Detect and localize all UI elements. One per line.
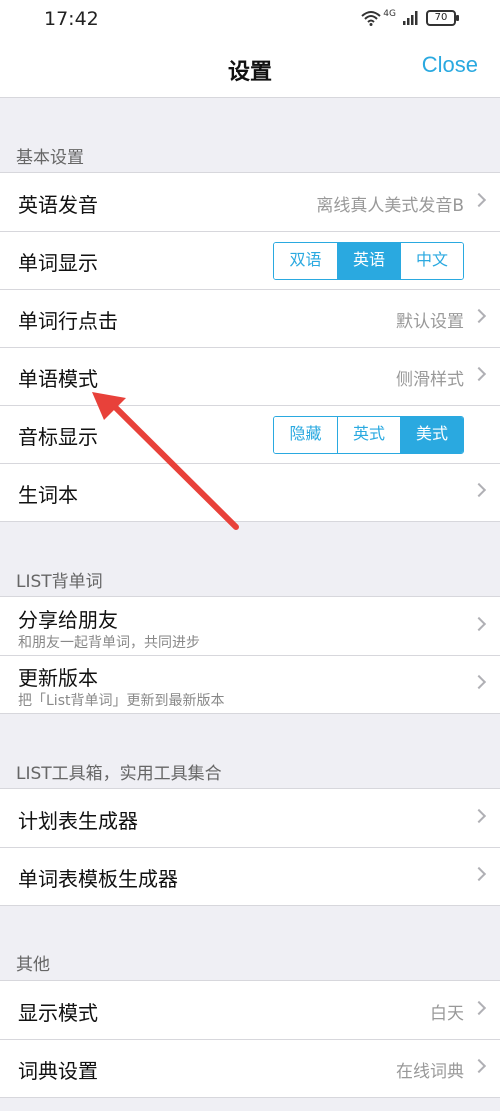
chevron-right-icon <box>471 616 487 632</box>
row-value: 在线词典 <box>396 1062 464 1082</box>
wifi-icon <box>361 11 381 26</box>
chevron-right-icon <box>471 808 487 824</box>
row-word-mode[interactable]: 单语模式 侧滑样式 <box>0 347 500 405</box>
settings-group-basic: 英语发音 离线真人美式发音B 单词显示 双语 英语 中文 单词行点击 默认设置 … <box>0 172 500 522</box>
chevron-right-icon <box>471 674 487 690</box>
settings-group-tools: 计划表生成器 单词表模板生成器 <box>0 788 500 906</box>
status-icons: 4G 70 <box>361 8 459 28</box>
settings-group-list: 分享给朋友 和朋友一起背单词，共同进步 更新版本 把「List背单词」更新到最新… <box>0 596 500 714</box>
segment-hide[interactable]: 隐藏 <box>274 417 337 453</box>
row-share[interactable]: 分享给朋友 和朋友一起背单词，共同进步 <box>0 597 500 655</box>
chevron-right-icon <box>471 1058 487 1074</box>
row-subtitle: 把「List背单词」更新到最新版本 <box>18 693 225 709</box>
row-planner[interactable]: 计划表生成器 <box>0 789 500 847</box>
chevron-right-icon <box>471 866 487 882</box>
row-update[interactable]: 更新版本 把「List背单词」更新到最新版本 <box>0 655 500 713</box>
section-header-tools: LIST工具箱，实用工具集合 <box>16 764 222 784</box>
row-label: 单词表模板生成器 <box>18 867 178 891</box>
row-vocab-book[interactable]: 生词本 <box>0 463 500 521</box>
row-value: 侧滑样式 <box>396 370 464 390</box>
row-label: 分享给朋友 <box>18 608 118 632</box>
close-button[interactable]: Close <box>422 52 478 78</box>
row-word-row-click[interactable]: 单词行点击 默认设置 <box>0 289 500 347</box>
chevron-right-icon <box>471 192 487 208</box>
word-display-segmented-control: 双语 英语 中文 <box>273 242 464 280</box>
signal-icon <box>403 11 418 25</box>
row-label: 计划表生成器 <box>18 809 138 833</box>
segment-chinese[interactable]: 中文 <box>400 243 463 279</box>
section-header-list: LIST背单词 <box>16 572 103 592</box>
section-header-basic: 基本设置 <box>16 148 84 168</box>
row-label: 更新版本 <box>18 666 98 690</box>
segment-english[interactable]: 英语 <box>337 243 400 279</box>
settings-group-other: 显示模式 白天 词典设置 在线词典 <box>0 980 500 1098</box>
segment-british[interactable]: 英式 <box>337 417 400 453</box>
row-label: 英语发音 <box>18 193 98 217</box>
row-display-mode[interactable]: 显示模式 白天 <box>0 981 500 1039</box>
segment-american[interactable]: 美式 <box>400 417 463 453</box>
row-label: 单词显示 <box>18 251 98 275</box>
row-label: 生词本 <box>18 483 78 507</box>
row-label: 单语模式 <box>18 367 98 391</box>
nav-bar: 设置 Close <box>0 38 500 98</box>
row-pronunciation[interactable]: 英语发音 离线真人美式发音B <box>0 173 500 231</box>
row-label: 单词行点击 <box>18 309 118 333</box>
battery-icon: 70 <box>426 10 459 26</box>
status-bar: 17:42 4G 70 <box>0 0 500 38</box>
row-label: 词典设置 <box>18 1059 98 1083</box>
chevron-right-icon <box>471 482 487 498</box>
chevron-right-icon <box>471 1000 487 1016</box>
segment-bilingual[interactable]: 双语 <box>274 243 337 279</box>
chevron-right-icon <box>471 366 487 382</box>
status-time: 17:42 <box>44 8 99 30</box>
row-value: 白天 <box>430 1004 464 1024</box>
row-value: 默认设置 <box>396 312 464 332</box>
row-value: 离线真人美式发音B <box>316 196 464 216</box>
row-label: 显示模式 <box>18 1001 98 1025</box>
chevron-right-icon <box>471 308 487 324</box>
row-word-display: 单词显示 双语 英语 中文 <box>0 231 500 289</box>
row-phonetic-display: 音标显示 隐藏 英式 美式 <box>0 405 500 463</box>
row-subtitle: 和朋友一起背单词，共同进步 <box>18 635 200 651</box>
network-type: 4G <box>383 9 396 19</box>
row-dictionary[interactable]: 词典设置 在线词典 <box>0 1039 500 1097</box>
row-label: 音标显示 <box>18 425 98 449</box>
section-header-other: 其他 <box>16 955 50 975</box>
phonetic-segmented-control: 隐藏 英式 美式 <box>273 416 464 454</box>
row-template-generator[interactable]: 单词表模板生成器 <box>0 847 500 905</box>
